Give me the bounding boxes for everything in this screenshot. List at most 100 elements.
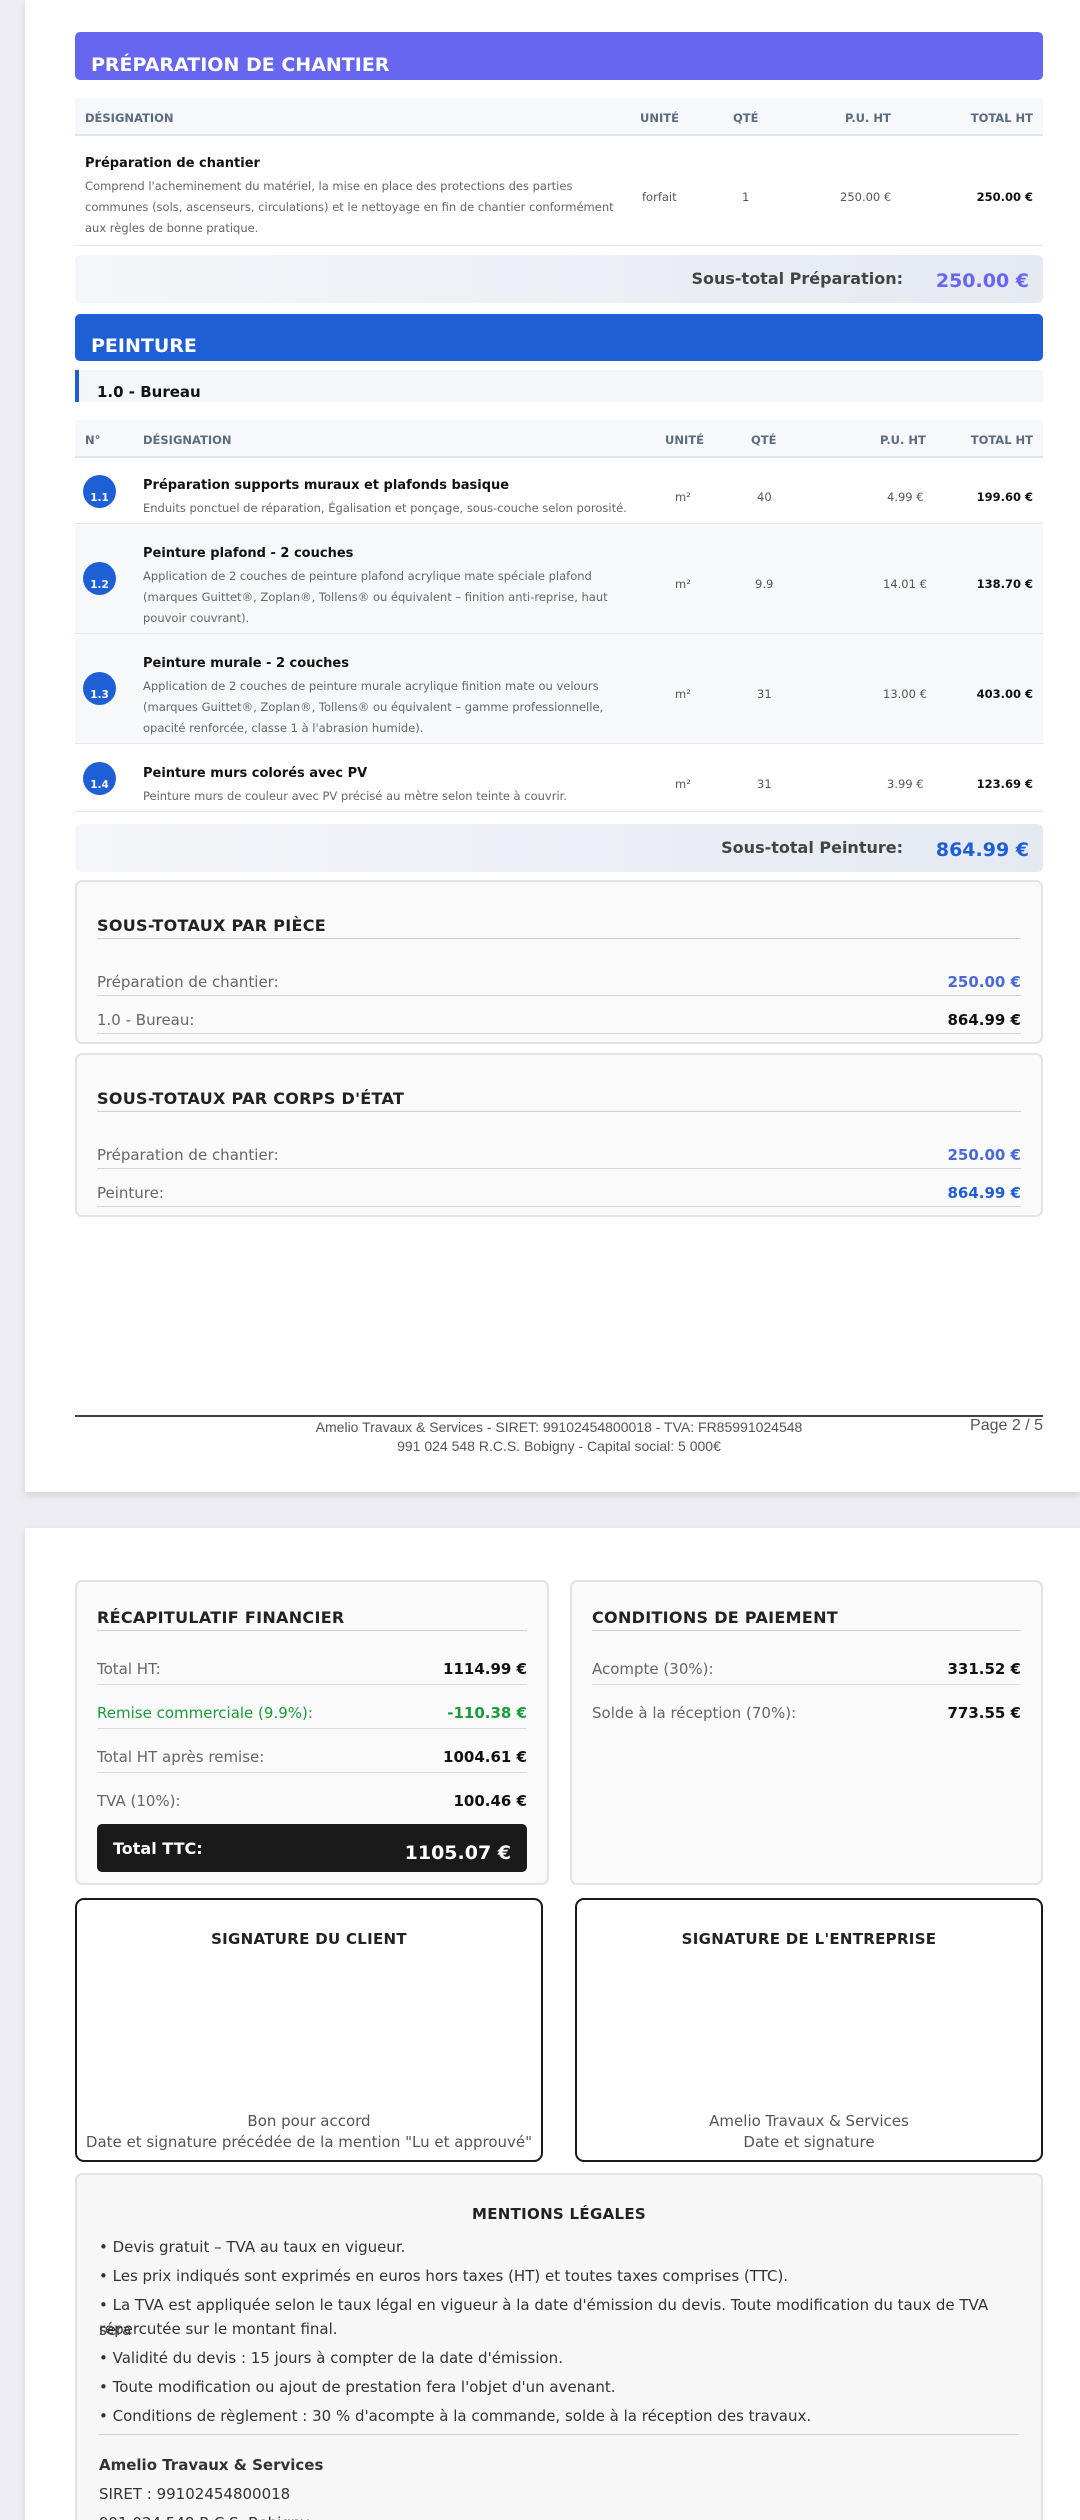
line-label: 1.0 - Bureau: xyxy=(97,1011,195,1029)
client-signature-box[interactable]: SIGNATURE DU CLIENT Bon pour accord Date… xyxy=(75,1898,543,2162)
col-unite: UNITÉ xyxy=(640,111,679,125)
payment-conditions: CONDITIONS DE PAIEMENT Acompte (30%): 33… xyxy=(570,1580,1043,1885)
line-value: -110.38 € xyxy=(447,1704,527,1722)
line-value: 331.52 € xyxy=(947,1660,1021,1678)
line-value: 250.00 € xyxy=(947,973,1021,991)
row-title: Préparation de chantier xyxy=(85,156,260,171)
row-total: 123.69 € xyxy=(976,777,1033,791)
legal-line: répercutée sur le montant final. xyxy=(99,2320,338,2338)
payment-line: Solde à la réception (70%): 773.55 € xyxy=(592,1692,1021,1726)
line-label: Préparation de chantier: xyxy=(97,1146,279,1164)
signature-caption: Amelio Travaux & Services xyxy=(709,2112,909,2130)
row-qte: 40 xyxy=(757,490,772,504)
subtotal-preparation: Sous-total Préparation: 250.00 € xyxy=(75,255,1043,303)
table-row: 1.4 Peinture murs colorés avec PV Peintu… xyxy=(75,744,1043,812)
row-desc-line: (marques Guittet®, Zoplan®, Tollens® ou … xyxy=(143,590,608,604)
summary-line: Total HT: 1114.99 € xyxy=(97,1648,527,1682)
table-row: 1.3 Peinture murale - 2 couches Applicat… xyxy=(75,634,1043,744)
col-pu: P.U. HT xyxy=(880,433,926,447)
row-pu: 250.00 € xyxy=(840,190,892,204)
signature-title: SIGNATURE DE L'ENTREPRISE xyxy=(681,1930,937,1948)
row-desc-line: Application de 2 couches de peinture pla… xyxy=(143,569,592,583)
box-title: CONDITIONS DE PAIEMENT xyxy=(592,1608,838,1627)
page-number: Page 2 / 5 xyxy=(970,1417,1043,1434)
legal-rcs: 991 024 548 R.C.S. Bobigny xyxy=(99,2511,1019,2520)
ttc-value: 1105.07 € xyxy=(404,1842,511,1864)
box-title: SOUS-TOTAUX PAR CORPS D'ÉTAT xyxy=(97,1089,405,1108)
legal-line: • Validité du devis : 15 jours à compter… xyxy=(99,2349,563,2367)
legal-line: • Devis gratuit – TVA au taux en vigueur… xyxy=(99,2238,406,2256)
table-header: DÉSIGNATION UNITÉ QTÉ P.U. HT TOTAL HT xyxy=(75,98,1043,136)
col-qte: QTÉ xyxy=(733,111,759,125)
item-number-badge: 1.1 xyxy=(83,475,116,508)
row-unite: m² xyxy=(675,777,691,791)
signature-caption: Date et signature xyxy=(743,2133,875,2151)
divider xyxy=(97,1772,527,1773)
row-desc-line: (marques Guittet®, Zoplan®, Tollens® ou … xyxy=(143,700,604,714)
room-title: 1.0 - Bureau xyxy=(97,383,201,401)
row-desc-line: Enduits ponctuel de réparation, Égalisat… xyxy=(143,501,627,515)
subtotal-line: Peinture: 864.99 € xyxy=(97,1173,1021,1207)
subtotal-value: 864.99 € xyxy=(935,839,1029,861)
col-total: TOTAL HT xyxy=(970,433,1033,447)
line-label: Solde à la réception (70%): xyxy=(592,1704,797,1722)
section-title: PRÉPARATION DE CHANTIER xyxy=(91,54,390,76)
subtotal-label: Sous-total Peinture: xyxy=(721,838,903,857)
item-number-badge: 1.4 xyxy=(83,762,116,795)
divider xyxy=(97,1630,527,1631)
row-desc-line: aux règles de bonne pratique. xyxy=(85,221,259,235)
footer-rcs-line: 991 024 548 R.C.S. Bobigny - Capital soc… xyxy=(397,1438,721,1454)
line-label: Préparation de chantier: xyxy=(97,973,279,991)
row-total: 403.00 € xyxy=(976,687,1033,701)
row-qte: 31 xyxy=(757,777,772,791)
legal-siret: SIRET : 99102454800018 xyxy=(99,2485,291,2503)
legal-line: • Toute modification ou ajout de prestat… xyxy=(99,2378,616,2396)
subtotals-by-room: SOUS-TOTAUX PAR PIÈCE Préparation de cha… xyxy=(75,880,1043,1044)
footer-company-line: Amelio Travaux & Services - SIRET: 99102… xyxy=(315,1419,803,1435)
line-value: 1114.99 € xyxy=(443,1660,527,1678)
row-unite: m² xyxy=(675,687,691,701)
quote-page-2: PRÉPARATION DE CHANTIER DÉSIGNATION UNIT… xyxy=(25,0,1080,1492)
footer-rule xyxy=(75,1415,1043,1417)
col-pu: P.U. HT xyxy=(845,111,891,125)
line-label: TVA (10%): xyxy=(97,1792,181,1810)
row-title: Préparation supports muraux et plafonds … xyxy=(143,478,510,493)
line-label: Total HT après remise: xyxy=(97,1748,265,1766)
company-signature-box[interactable]: SIGNATURE DE L'ENTREPRISE Amelio Travaux… xyxy=(575,1898,1043,2162)
row-desc-line: pouvoir couvrant). xyxy=(143,611,250,625)
total-ttc-bar: Total TTC: 1105.07 € xyxy=(97,1824,527,1872)
legal-company-name: Amelio Travaux & Services xyxy=(99,2456,324,2474)
legal-title: MENTIONS LÉGALES xyxy=(471,2205,646,2223)
line-label: Acompte (30%): xyxy=(592,1660,714,1678)
row-title: Peinture murs colorés avec PV xyxy=(143,766,368,781)
row-desc-line: communes (sols, ascenseurs, circulations… xyxy=(85,200,614,214)
row-pu: 14.01 € xyxy=(883,577,927,591)
section-header-preparation: PRÉPARATION DE CHANTIER xyxy=(75,32,1043,80)
row-total: 250.00 € xyxy=(976,190,1033,204)
line-label: Remise commerciale (9.9%): xyxy=(97,1704,313,1722)
box-title: SOUS-TOTAUX PAR PIÈCE xyxy=(97,916,327,935)
row-total: 138.70 € xyxy=(976,577,1033,591)
row-desc-line: Application de 2 couches de peinture mur… xyxy=(143,679,599,693)
box-title: RÉCAPITULATIF FINANCIER xyxy=(97,1608,345,1627)
row-desc-line: Comprend l'acheminement du matériel, la … xyxy=(85,179,573,193)
signature-caption: Bon pour accord xyxy=(247,2112,371,2130)
divider xyxy=(97,1728,527,1729)
table-row: 1.2 Peinture plafond - 2 couches Applica… xyxy=(75,524,1043,634)
row-qte: 9.9 xyxy=(755,577,774,591)
row-qte: 31 xyxy=(757,687,772,701)
col-qte: QTÉ xyxy=(751,433,777,447)
room-heading: 1.0 - Bureau xyxy=(75,370,1043,402)
row-unite: m² xyxy=(675,490,691,504)
table-row: 1.1 Préparation supports muraux et plafo… xyxy=(75,460,1043,524)
row-desc-line: opacité renforcée, classe 1 à l'abrasion… xyxy=(143,721,424,735)
signature-caption: Date et signature précédée de la mention… xyxy=(85,2133,533,2151)
col-total: TOTAL HT xyxy=(970,111,1033,125)
subtotal-label: Sous-total Préparation: xyxy=(691,269,903,288)
ttc-label: Total TTC: xyxy=(113,1839,203,1858)
col-num: N° xyxy=(85,433,101,447)
row-title: Peinture murale - 2 couches xyxy=(143,656,349,671)
line-value: 250.00 € xyxy=(947,1146,1021,1164)
row-title: Peinture plafond - 2 couches xyxy=(143,546,354,561)
line-label: Peinture: xyxy=(97,1184,164,1202)
